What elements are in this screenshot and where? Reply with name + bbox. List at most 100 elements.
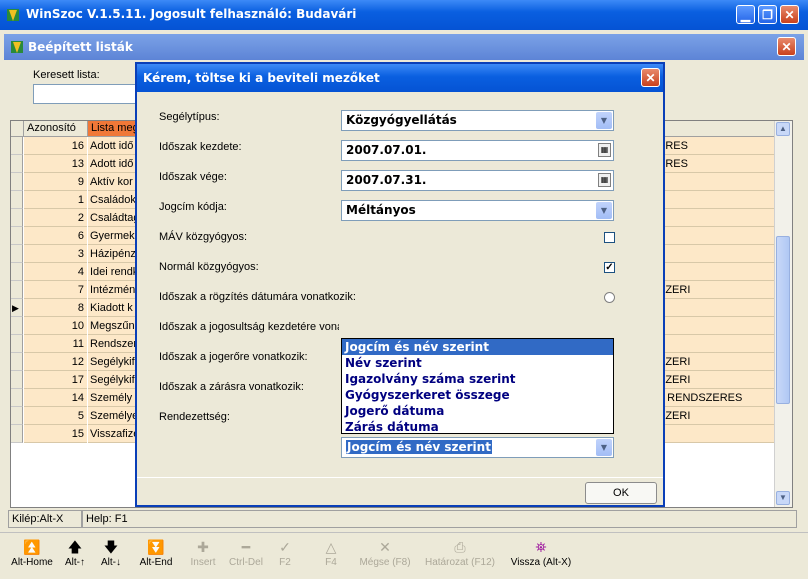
rogzites-radio[interactable] [604,292,615,303]
cell-extra[interactable] [656,209,776,227]
ok-button[interactable]: OK [585,482,657,504]
printer-icon: ⎙ [454,539,466,555]
row-indicator[interactable] [11,389,23,407]
cell-azonosito[interactable]: 5 [24,407,87,425]
dropdown-option[interactable]: Igazolvány száma szerint [342,371,613,387]
toolbar-button-x[interactable]: ✕ Mégse (F8) [356,537,414,577]
cell-extra[interactable] [656,425,776,443]
kezdete-date-input[interactable]: 2007.07.01. ▦ [341,140,614,161]
row-indicator[interactable] [11,263,23,281]
mdi-close-button[interactable]: ✕ [777,37,796,56]
header-azonosito[interactable]: Azonosító [24,121,88,137]
cell-extra[interactable]: ERES [656,155,776,173]
cell-extra[interactable] [656,245,776,263]
toolbar-button-minus[interactable]: ━ Ctrl-Del [226,537,266,577]
calendar-icon[interactable]: ▦ [598,173,611,187]
chevron-down-icon[interactable]: ▼ [596,439,612,456]
row-indicator[interactable] [11,173,23,191]
dropdown-option[interactable]: Jogcím és név szerint [342,339,613,355]
cell-extra[interactable]: SZERI [656,407,776,425]
row-indicator[interactable] [11,317,23,335]
calendar-icon[interactable]: ▦ [598,143,611,157]
cell-extra[interactable]: SZERI [656,281,776,299]
current-row-icon: ▶ [12,303,19,313]
cell-extra[interactable]: I, RENDSZERES [656,389,776,407]
dialog-title-bar[interactable]: Kérem, töltse ki a beviteli mezőket ✕ [137,64,663,92]
toolbar-button-exit[interactable]: ⛯ Vissza (Alt-X) [506,537,576,577]
jogcim-select[interactable]: Méltányos ▼ [341,200,614,221]
maximize-button[interactable]: ❐ [758,5,777,24]
cell-azonosito[interactable]: 13 [24,155,87,173]
row-indicator[interactable] [11,227,23,245]
toolbar-label: Insert [190,557,216,568]
app-title-bar[interactable]: WinSzoc V.1.5.11. Jogosult felhasználó: … [0,0,808,30]
cell-azonosito[interactable]: 16 [24,137,87,155]
row-indicator[interactable]: ▶ [11,299,23,317]
dropdown-option[interactable]: Jogerő dátuma [342,403,613,419]
row-indicator[interactable] [11,155,23,173]
cell-azonosito[interactable]: 1 [24,191,87,209]
dropdown-option[interactable]: Név szerint [342,355,613,371]
segelytipus-select[interactable]: Közgyógyellátás ▼ [341,110,614,131]
cell-extra[interactable] [656,227,776,245]
cell-azonosito[interactable]: 15 [24,425,87,443]
minimize-button[interactable]: ▁ [736,5,755,24]
scroll-up-arrow-icon[interactable]: ▲ [776,122,790,136]
cell-extra[interactable]: ERES [656,137,776,155]
row-indicator[interactable] [11,209,23,227]
cell-extra[interactable] [656,299,776,317]
toolbar-button-printer[interactable]: ⎙ Határozat (F12) [420,537,500,577]
chevron-down-icon[interactable]: ▼ [596,202,612,219]
normal-checkbox[interactable]: ✓ [604,262,615,273]
cell-extra[interactable]: SZERI [656,353,776,371]
cell-azonosito[interactable]: 9 [24,173,87,191]
toolbar-button-triangle[interactable]: △ F4 [316,537,346,577]
dropdown-option[interactable]: Zárás dátuma [342,419,613,435]
cell-azonosito[interactable]: 6 [24,227,87,245]
toolbar-button-down[interactable]: 🡇 Alt-↓ [96,537,126,577]
cell-azonosito[interactable]: 2 [24,209,87,227]
cell-azonosito[interactable]: 4 [24,263,87,281]
vege-date-input[interactable]: 2007.07.31. ▦ [341,170,614,191]
toolbar-button-first[interactable]: ⏫ Alt-Home [6,537,58,577]
mdi-title-bar[interactable]: Beépített listák ✕ [4,34,804,60]
dialog-close-button[interactable]: ✕ [641,68,660,87]
toolbar-button-up[interactable]: 🡅 Alt-↑ [60,537,90,577]
toolbar-button-last[interactable]: ⏬ Alt-End [134,537,178,577]
row-indicator[interactable] [11,335,23,353]
row-indicator[interactable] [11,407,23,425]
cell-azonosito[interactable]: 7 [24,281,87,299]
toolbar-button-check[interactable]: ✓ F2 [270,537,300,577]
row-indicator[interactable] [11,137,23,155]
cell-azonosito[interactable]: 12 [24,353,87,371]
grid-scrollbar[interactable]: ▲ ▼ [774,121,792,507]
cell-azonosito[interactable]: 17 [24,371,87,389]
cell-extra[interactable] [656,335,776,353]
row-indicator[interactable] [11,245,23,263]
row-indicator[interactable] [11,191,23,209]
row-indicator[interactable] [11,371,23,389]
rendezettseg-select[interactable]: Jogcím és név szerint ▼ [341,437,614,458]
row-indicator[interactable] [11,425,23,443]
dropdown-option[interactable]: Gyógyszerkeret összege [342,387,613,403]
close-button[interactable]: ✕ [780,5,799,24]
cell-azonosito[interactable]: 3 [24,245,87,263]
cell-extra[interactable] [656,317,776,335]
cell-azonosito[interactable]: 14 [24,389,87,407]
cell-extra[interactable] [656,173,776,191]
cell-azonosito[interactable]: 11 [24,335,87,353]
chevron-down-icon[interactable]: ▼ [596,112,612,129]
rendezettseg-dropdown-list[interactable]: Jogcím és név szerint Név szerint Igazol… [341,338,614,434]
row-indicator[interactable] [11,353,23,371]
mav-checkbox[interactable] [604,232,615,243]
cell-extra[interactable] [656,191,776,209]
row-indicator[interactable] [11,281,23,299]
cell-extra[interactable] [656,263,776,281]
cell-extra[interactable]: SZERI [656,371,776,389]
scroll-down-arrow-icon[interactable]: ▼ [776,491,790,505]
scroll-thumb[interactable] [776,236,790,404]
toolbar-button-plus[interactable]: ✚ Insert [186,537,220,577]
cell-azonosito[interactable]: 10 [24,317,87,335]
toolbar-label: Alt-↓ [101,557,121,568]
cell-azonosito[interactable]: 8 [24,299,87,317]
